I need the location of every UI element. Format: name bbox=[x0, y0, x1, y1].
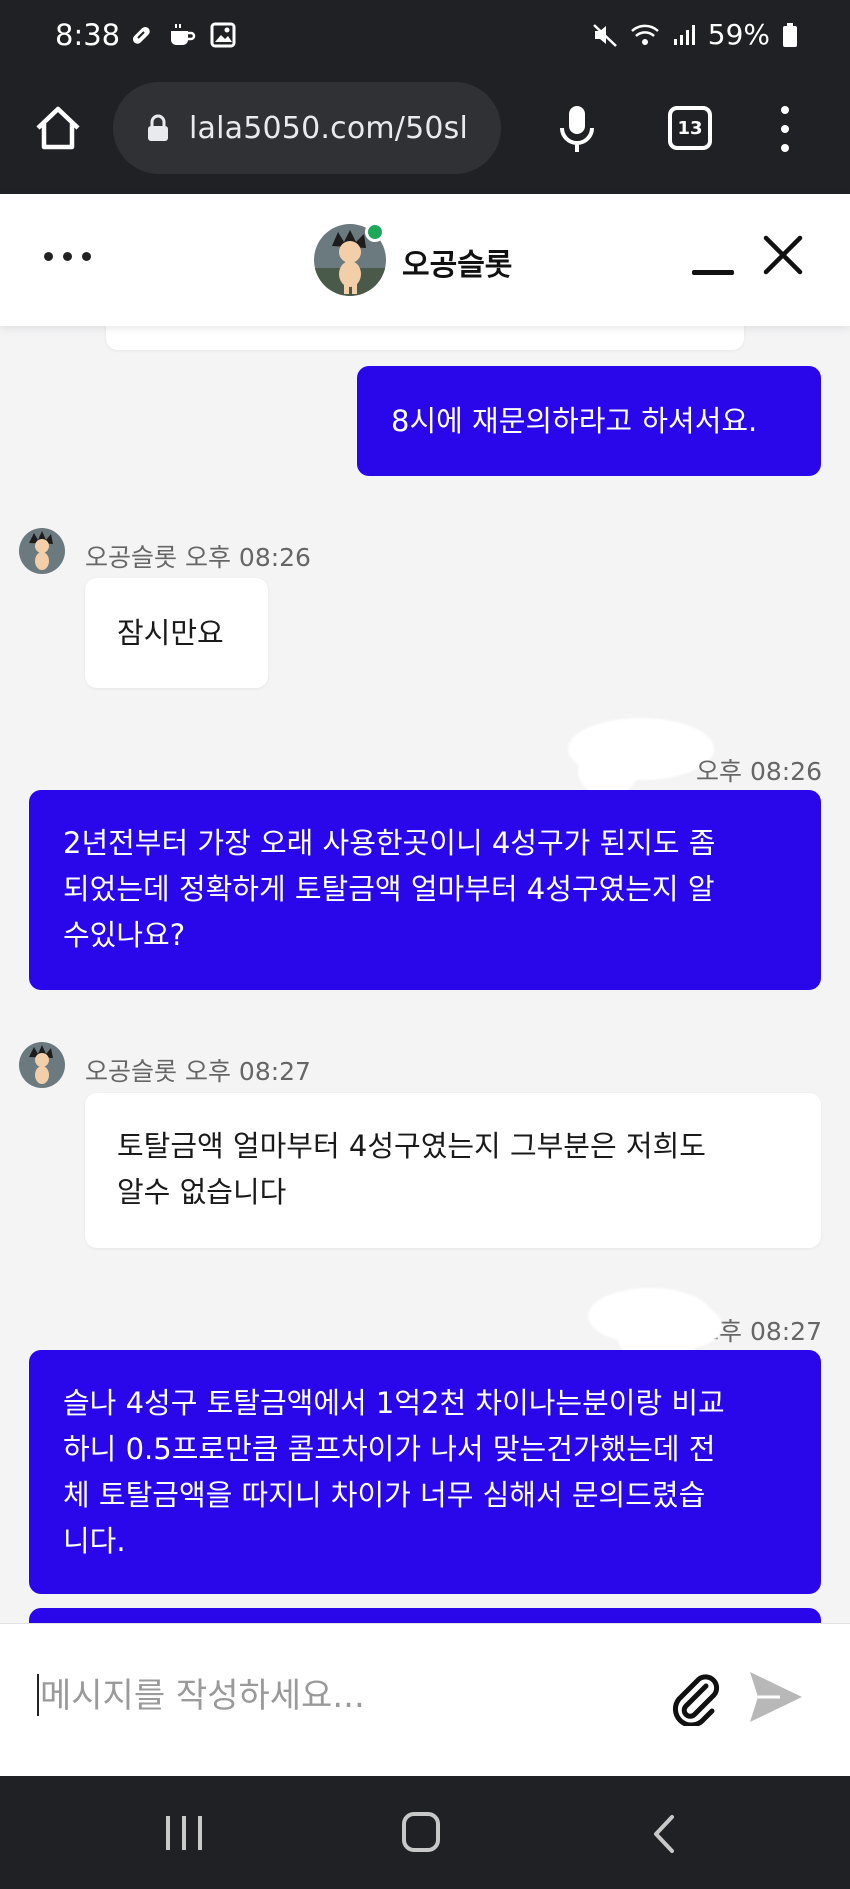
minimize-icon[interactable] bbox=[692, 270, 734, 275]
message-text-line: 체 토탈금액을 따지니 차이가 너무 심해서 문의드렸습 bbox=[63, 1478, 706, 1512]
message-meta: 오공슬롯 오후 08:26 bbox=[85, 538, 311, 574]
mute-icon bbox=[592, 23, 617, 47]
message-bubble-outgoing[interactable]: 8시에 재문의하라고 하셔서요. bbox=[357, 366, 821, 476]
battery-icon bbox=[783, 22, 797, 47]
close-icon[interactable] bbox=[762, 234, 804, 276]
online-status-dot bbox=[365, 222, 385, 242]
coffee-icon bbox=[171, 24, 196, 45]
sender-avatar bbox=[19, 1042, 65, 1088]
message-text-line: 되었는데 정확하게 토탈금액 얼마부터 4성구였는지 알 bbox=[63, 872, 715, 906]
message-bubble-outgoing[interactable]: 2년전부터 가장 오래 사용한곳이니 4성구가 된지도 좀 되었는데 정확하게 … bbox=[29, 790, 821, 990]
message-input[interactable] bbox=[40, 1668, 620, 1724]
tabs-icon[interactable]: 13 bbox=[668, 106, 712, 150]
message-text-line: 잠시만요 bbox=[117, 616, 224, 650]
message-time: 오후 08:26 bbox=[184, 543, 311, 572]
message-text-line: 수있나요? bbox=[63, 918, 186, 952]
lock-icon[interactable] bbox=[145, 113, 171, 143]
message-text-line: 하니 0.5프로만큼 콤프차이가 나서 맞는건가했는데 전 bbox=[63, 1432, 716, 1466]
message-bubble-incoming[interactable]: 잠시만요 bbox=[85, 578, 268, 688]
status-time: 8:38 bbox=[55, 18, 121, 52]
battery-percent: 59% bbox=[707, 18, 770, 51]
message-text-line: 8시에 재문의하라고 하셔서요. bbox=[391, 404, 758, 438]
status-bar: 8:38 59% bbox=[0, 0, 850, 78]
sender-avatar bbox=[19, 528, 65, 574]
nav-home-icon[interactable] bbox=[402, 1812, 440, 1852]
signal-icon bbox=[673, 24, 695, 45]
text-caret bbox=[37, 1674, 39, 1716]
sender-name: 오공슬롯 bbox=[85, 1057, 178, 1086]
chat-messages[interactable]: 8시에 재문의하라고 하셔서요. 오공슬롯 오후 08:26 잠시만요 오후 0… bbox=[0, 326, 850, 1623]
message-text-line: 토탈금액 얼마부터 4성구였는지 그부분은 저희도 bbox=[117, 1129, 706, 1163]
browser-toolbar: lala5050.com/50sl 13 bbox=[0, 78, 850, 194]
message-time: 오후 08:26 bbox=[696, 757, 822, 786]
pill-icon bbox=[132, 26, 150, 44]
message-bubble-incoming[interactable]: 토탈금액 얼마부터 4성구였는지 그부분은 저희도 알수 없습니다 bbox=[85, 1093, 821, 1248]
message-meta: 오후 08:26 bbox=[696, 752, 822, 788]
home-icon[interactable] bbox=[30, 100, 86, 156]
nav-back-icon[interactable] bbox=[648, 1814, 682, 1854]
mic-icon[interactable] bbox=[555, 102, 599, 158]
url-text[interactable]: lala5050.com/50sl bbox=[189, 111, 468, 146]
attach-icon[interactable] bbox=[668, 1670, 724, 1726]
message-text-line: 슬나 4성구 토탈금액에서 1억2천 차이나는분이랑 비교 bbox=[63, 1386, 725, 1420]
message-bubble-outgoing[interactable]: 슬나 4성구 토탈금액에서 1억2천 차이나는분이랑 비교 하니 0.5프로만큼… bbox=[29, 1350, 821, 1594]
sender-name: 오공슬롯 bbox=[85, 543, 178, 572]
more-vert-icon[interactable] bbox=[780, 106, 790, 152]
wifi-icon bbox=[630, 24, 659, 45]
message-bubble-outgoing-partial bbox=[29, 1608, 821, 1623]
message-time: 오후 08:27 bbox=[184, 1057, 311, 1086]
chat-header: 오공슬롯 bbox=[0, 194, 850, 326]
message-bubble-incoming-partial bbox=[106, 326, 744, 350]
message-text-line: 알수 없습니다 bbox=[117, 1175, 287, 1209]
system-status: 59% bbox=[592, 18, 798, 51]
system-nav-bar bbox=[0, 1776, 850, 1889]
send-icon[interactable] bbox=[746, 1668, 806, 1726]
image-icon bbox=[210, 22, 236, 48]
message-composer bbox=[0, 1623, 850, 1776]
message-text-line: 니다. bbox=[63, 1524, 126, 1558]
message-meta: 오공슬롯 오후 08:27 bbox=[85, 1052, 311, 1088]
message-text-line: 2년전부터 가장 오래 사용한곳이니 4성구가 된지도 좀 bbox=[63, 826, 716, 860]
notification-icons bbox=[128, 22, 236, 48]
address-bar[interactable]: lala5050.com/50sl bbox=[113, 82, 501, 174]
more-horiz-icon[interactable] bbox=[44, 252, 91, 261]
redaction-smudge bbox=[578, 746, 638, 796]
nav-recents-icon[interactable] bbox=[166, 1816, 202, 1850]
chat-title: 오공슬롯 bbox=[402, 248, 513, 283]
redaction-smudge bbox=[654, 1304, 722, 1348]
